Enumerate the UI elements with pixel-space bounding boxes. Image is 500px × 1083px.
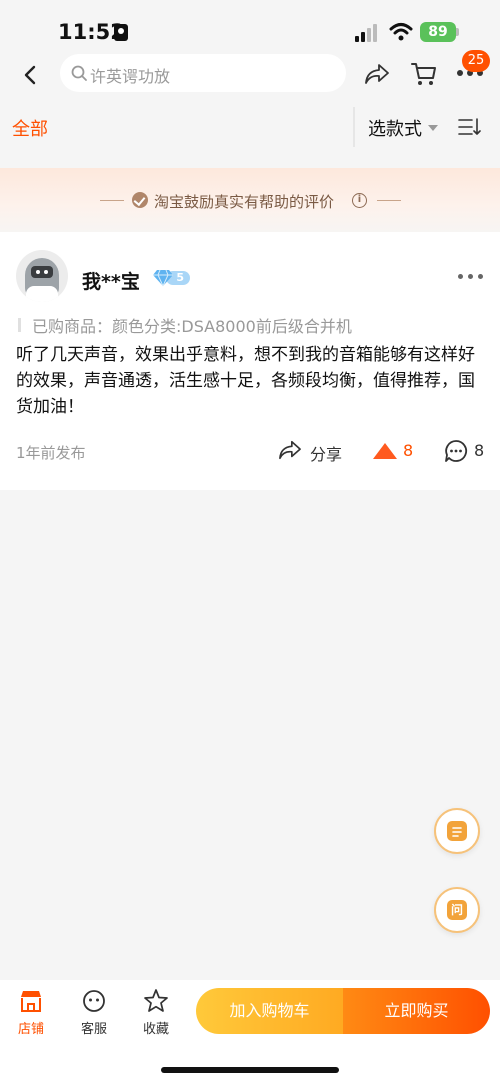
contact-card-icon xyxy=(114,24,128,41)
signal-icon xyxy=(355,24,379,42)
search-icon xyxy=(71,65,87,81)
search-placeholder: 许英谔功放 xyxy=(90,67,171,86)
review-note-button[interactable] xyxy=(434,808,480,854)
favorite-label: 收藏 xyxy=(142,1022,169,1037)
review-content: 听了几天声音，效果出乎意料，想不到我的音箱能够有这样好的效果，声音通透，活生感十… xyxy=(16,345,475,417)
store-button[interactable]: 店铺 xyxy=(6,988,56,1042)
search-input[interactable]: 许英谔功放 xyxy=(60,54,346,92)
share-icon[interactable] xyxy=(364,62,390,86)
style-select[interactable]: 选款式 xyxy=(368,115,422,141)
favorite-button[interactable]: 收藏 xyxy=(131,988,181,1042)
battery-tip xyxy=(456,28,459,36)
member-level-badge: 5 xyxy=(152,269,192,287)
banner-divider-left xyxy=(100,200,124,201)
store-label: 店铺 xyxy=(17,1022,44,1037)
info-icon[interactable]: i xyxy=(352,193,367,208)
customer-service-button[interactable]: 客服 xyxy=(69,988,119,1042)
filter-bar: 全部 选款式 xyxy=(0,103,500,151)
like-icon xyxy=(373,443,397,459)
add-to-cart-button[interactable]: 加入购物车 xyxy=(196,988,343,1034)
ask-icon: 问 xyxy=(447,900,467,920)
battery-icon: 89 xyxy=(420,22,456,42)
username[interactable]: 我**宝 xyxy=(82,267,140,294)
comment-icon xyxy=(445,440,468,462)
purchased-sku: 已购商品：颜色分类:DSA8000前后级合并机 xyxy=(32,317,352,336)
nav-bar: 许英谔功放 25 xyxy=(0,50,500,102)
ask-button[interactable]: 问 xyxy=(434,887,480,933)
review-policy-banner: 淘宝鼓励真实有帮助的评价 i xyxy=(0,168,500,232)
service-label: 客服 xyxy=(80,1022,107,1037)
store-icon xyxy=(21,991,41,1012)
home-indicator xyxy=(161,1067,339,1073)
share-label: 分享 xyxy=(310,445,343,464)
banner-divider-right xyxy=(377,200,401,201)
buy-now-button[interactable]: 立即购买 xyxy=(343,988,490,1034)
chevron-down-icon xyxy=(428,125,438,131)
filter-divider xyxy=(353,107,355,147)
message-badge: 25 xyxy=(462,50,490,72)
sku-divider xyxy=(18,318,21,332)
like-count: 8 xyxy=(403,441,414,460)
diamond-icon xyxy=(153,269,173,287)
review-card: 我**宝 5 已购商品：颜色分类:DSA8000前后级合并机 听了几天声音，效果… xyxy=(0,232,500,490)
review-more-icon[interactable] xyxy=(458,274,484,280)
cart-icon[interactable] xyxy=(410,60,438,88)
banner-text: 淘宝鼓励真实有帮助的评价 xyxy=(154,193,335,211)
note-icon xyxy=(447,821,467,841)
verify-icon xyxy=(132,192,148,208)
review-time: 1年前发布 xyxy=(16,444,86,462)
sort-icon[interactable] xyxy=(458,117,482,137)
comment-count: 8 xyxy=(474,441,485,460)
back-icon[interactable] xyxy=(20,64,42,86)
star-icon xyxy=(144,989,168,1012)
tab-all[interactable]: 全部 xyxy=(12,115,48,141)
avatar[interactable] xyxy=(16,250,68,302)
share-icon xyxy=(279,440,301,460)
service-icon xyxy=(83,990,105,1012)
wifi-icon xyxy=(389,23,413,41)
